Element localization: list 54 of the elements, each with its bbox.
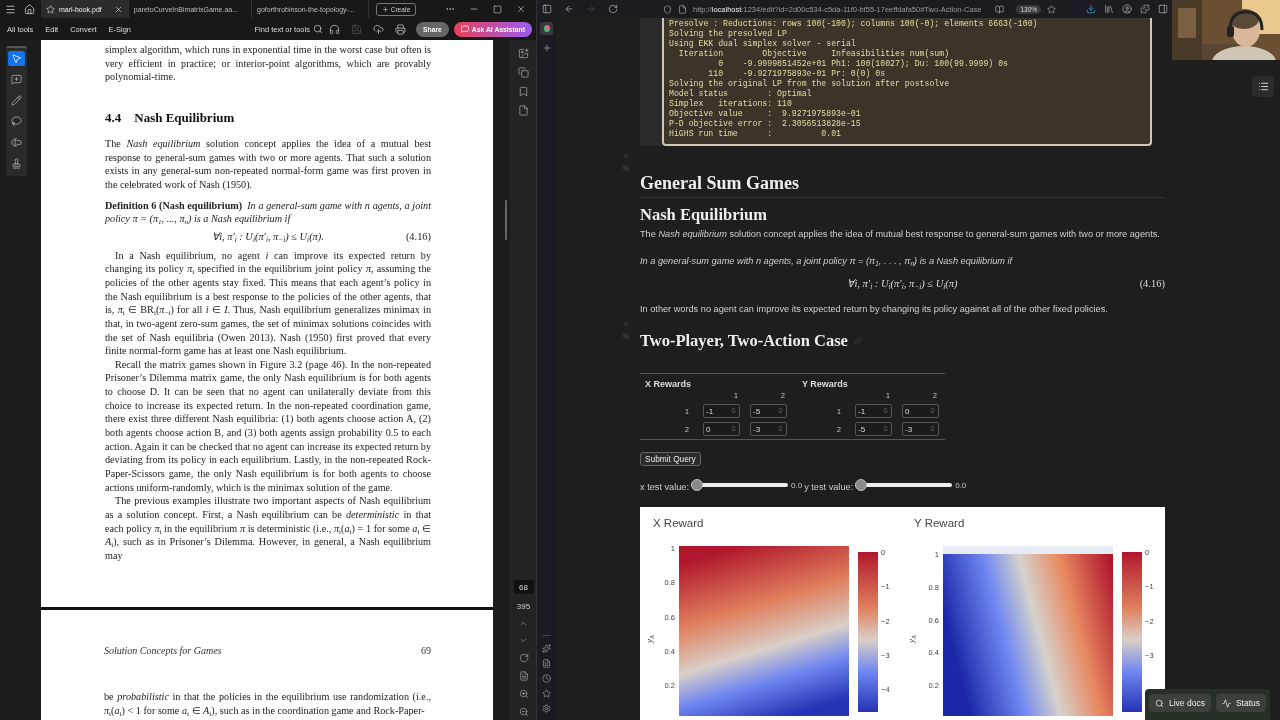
number-field[interactable]: -3 [902, 422, 939, 436]
console-line: Presolve : Reductions: rows 100(-100); columns 100(-0); elements 6663(-100) [669, 19, 1039, 29]
running-header: Solution Concepts for Games [104, 644, 222, 657]
paragraph: In a Nash equilibrium, no agent i can improve its expected return by changing its policy π$_{i}$ specified in the equilibrium joint policy π, assuming the policies of the other agents stay fixed. This means that each agent’s policy in the Nash equilibrium is a best response to the policies of the other agents, that is, π$_{i}$ ∈ BR$_{i}$(π$_{−i}$) for all i ∈ I. Thus, Nash equilibrium generalizes minimax in that, in two-agent zero-sum games, the set of minimax solutions coincides with the set of Nash equilibria (Owen 2013). Nash (1950) first proved that every finite normal-form game has at least one Nash equilibrium. [105, 248, 431, 358]
paragraph: In other words no agent can improve its expected return by changing its policy against all of the other fixed policies. [640, 303, 1109, 316]
paragraph: The Nash equilibrium solution concept applies the idea of mutual best response to general-sum games with two or more agents. [640, 228, 1161, 241]
number-field[interactable]: -1 [703, 404, 740, 418]
matrix-title: X Rewards [645, 378, 693, 390]
paragraph: be probabilistic in that the policies in the equilibrium use randomization (i.e., π$_{i}$(a$_{i}$) < 1 for some a$_{i}$ ∈ A$_{i}$), such as in the coordination game and Rock-Paper- [104, 690, 431, 718]
console-line: 110 -9.9271975893e-01 Pr: 0(0) 0s [707, 69, 887, 79]
number-field[interactable]: -1 [855, 404, 892, 418]
paragraph: simplex algorithm, which runs in exponential time in the worst case but often is very efficient in practice; or interior-point algorithms, which are provably polynomial-time. [105, 43, 431, 84]
page-total: 395 [516, 602, 531, 611]
console-line: P-D objective error : 2.3056513828e-15 [669, 119, 862, 129]
paragraph: The Nash equilibrium solution concept applies the idea of a mutual best response to general-sum games with two or more agents. That such a solution exists in any general-sum non-repeated normal-form game was first proven in the celebrated work of Nash (1950). [105, 136, 431, 192]
equation: ∀i, π′$_{i}$ : U$_{i}$(π′$_{i}$, π$_{−i}$) ≤ U$_{i}$(π) [847, 277, 958, 291]
slider-value: 0.0 [791, 480, 803, 490]
definition-text: In a general-sum game with n agents, a joint policy π = (π$_{1}$, . . . , π$_{n}$) is a Nash equilibrium if [640, 255, 1014, 268]
number-field[interactable]: 0 [902, 404, 939, 418]
current-page-field[interactable]: 68 [513, 580, 534, 594]
equation-number: (4.16) [405, 229, 431, 244]
console-line: Model status : Optimal [669, 89, 813, 99]
console-line: Solving the original LP from the solution after postsolve [669, 79, 951, 89]
console-line: Iteration Objective Infeasibilities num(sum) [677, 49, 951, 59]
equation: ∀i, π′$_{i}$ : U$_{i}$(π′$_{i}$, π$_{−i}$) ≤ U$_{i}$(π). [212, 229, 324, 244]
equation-number: (4.16) [1139, 277, 1165, 291]
subheading: Nash Equilibrium [640, 205, 768, 225]
console-line: 0 -9.9999851452e+01 Ph1: 100(10027); Du: 100(99.9999) 0s [717, 59, 1010, 69]
submit-button[interactable]: Submit Query [640, 452, 701, 466]
number-field[interactable]: -3 [750, 422, 787, 436]
console-line: Using EKK dual simplex solver - serial [669, 39, 857, 49]
section-heading: Two-Player, Two-Action Case [640, 330, 848, 352]
console-line: Simplex iterations: 110 [669, 99, 793, 109]
page-heading: General Sum Games [640, 172, 800, 194]
status-button[interactable]: Status [1215, 694, 1266, 712]
chart-title: Y Reward [913, 516, 966, 531]
number-field[interactable]: -5 [750, 404, 787, 418]
slider-label: x test value: [640, 482, 690, 492]
chart-title: X Reward [652, 516, 705, 531]
paragraph: Recall the matrix games shown in Figure 3.2 (page 46). In the non-repeated Prisoner’s Dilemma matrix game, the only Nash equilibrium is for both agents to choose D. It can be seen that no agent can unilaterally deviate from this choice to increase its expected return. In the non-repeated coordination game, there exist three different Nash equilibria: (1) both agents choose action A, (2) both agents choose action B, and (3) both agents assign probability 0.5 to each action. Again it can be checked that no agent can increase its expected return by deviating from its policy in each equilibrium. Lastly, in the non-repeated Rock-Paper-Scissors game, the only Nash equilibrium is for both agents to choose actions uniform-randomly, which is the minimax solution of the game. [105, 357, 431, 495]
page-number: 69 [421, 644, 431, 657]
console-line: HiGHS run time : 0.01 [669, 129, 842, 139]
paragraph: The previous examples illustrate two important aspects of Nash equilibrium as a solution concept. First, a Nash equilibrium can be deterministic in that each policy π$_{i}$ in the equilibrium π is deterministic (i.e., π$_{i}$(a$_{i}$) = 1 for some a$_{i}$ ∈ A$_{i}$), such as in Prisoner’s Dilemma. However, in general, a Nash equilibrium may [105, 494, 431, 563]
number-field[interactable]: -5 [855, 422, 892, 436]
console-line: Objective value : 9.9271975893e-01 [669, 109, 862, 119]
slider-value: 0.0 [955, 480, 967, 490]
section-number: 4.4 [105, 109, 122, 126]
section-title: Nash Equilibrium [134, 109, 235, 126]
live-docs-button[interactable]: Live docs [1148, 694, 1211, 712]
matrix-title: Y Rewards [802, 378, 849, 390]
console-line: Solving the presolved LP [669, 29, 788, 39]
definition: Definition 6 (Nash equilibrium) In a general-sum game with n agents, a joint policy π = (π$_{1}$, ..., π$_{n}$) is a Nash equilibrium if [105, 198, 431, 226]
number-field[interactable]: 0 [703, 422, 740, 436]
slider-label: y test value: [804, 482, 854, 492]
